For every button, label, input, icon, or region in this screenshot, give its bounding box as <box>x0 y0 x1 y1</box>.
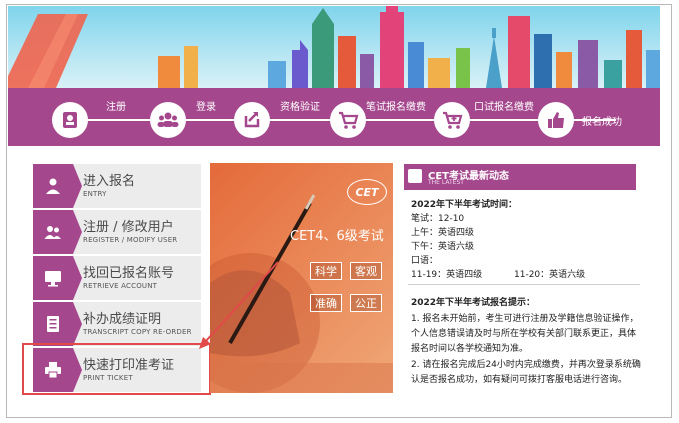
tip1-line2: 个人信息错误请及时与所在学校有关部门联系更正，具体 <box>411 329 637 339</box>
exam-time-heading: 2022年下半年考试时间： <box>411 200 518 210</box>
news-icon <box>408 169 422 183</box>
written-exam-date: 笔试：12-10 <box>411 214 465 224</box>
tip2-line1: 2. 请在报名完成后24小时内完成缴费，并再次登录系统确 <box>411 360 641 370</box>
written-pm: 下午：英语六级 <box>411 242 475 252</box>
registration-tips-heading: 2022年下半年考试报名提示： <box>411 298 536 308</box>
oral-cet6: 11-20：英语六级 <box>514 270 586 280</box>
tip2-line2: 认是否报名成功，如有疑问可拨打客服电话进行咨询。 <box>411 375 628 385</box>
news-header: CET考试最新动态 THE LATEST <box>404 164 636 190</box>
oral-label: 口语： <box>411 256 439 266</box>
tip1-line3: 报名时间以各学校通知为准。 <box>411 344 529 354</box>
news-subtitle: THE LATEST <box>428 179 464 186</box>
written-am: 上午：英语四级 <box>411 228 475 238</box>
tip1-line1: 1. 报名未开始前，考生可进行注册及学籍信息验证操作， <box>411 314 639 324</box>
oral-cet4: 11-19：英语四级 <box>411 270 483 280</box>
news-divider <box>408 284 640 285</box>
